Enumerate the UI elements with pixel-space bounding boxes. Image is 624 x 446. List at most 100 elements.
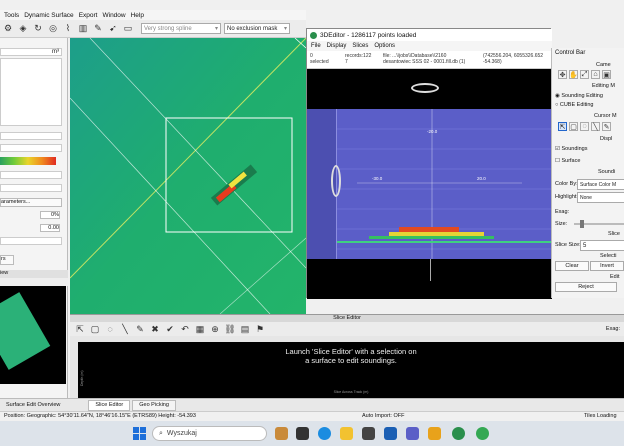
sounding-points	[369, 227, 494, 241]
surface-view[interactable]	[70, 38, 306, 314]
3d-editor-window: 3DEditor - 1286117 points loaded File Di…	[306, 28, 552, 299]
reject-button[interactable]: Reject	[555, 282, 617, 292]
select-icon[interactable]: ▭	[122, 23, 134, 35]
3d-editor-info-bar: 0 selected records:122 7 file: ...\\jobs\\…	[307, 51, 552, 69]
color-ramp	[0, 157, 56, 165]
store-icon[interactable]	[362, 427, 375, 440]
menu-options[interactable]: Options	[374, 43, 395, 49]
menu-file[interactable]: File	[311, 43, 321, 49]
menu-export[interactable]: Export	[79, 12, 98, 19]
combo-2[interactable]	[0, 144, 62, 152]
paint-icon[interactable]: ✎	[134, 323, 146, 335]
menu-slices[interactable]: Slices	[352, 43, 368, 49]
line-icon[interactable]: ╲	[591, 122, 600, 131]
camera-section-label: Came	[596, 62, 611, 68]
line-icon[interactable]: ╲	[119, 323, 131, 335]
invert-button[interactable]: Invert	[590, 261, 624, 271]
size-slider-handle[interactable]	[580, 220, 584, 228]
box-select-icon[interactable]: ▢	[569, 122, 578, 131]
panel-tab[interactable]: rs	[0, 255, 14, 265]
menu-help[interactable]: Help	[131, 12, 144, 19]
link-icon[interactable]: ⛓	[224, 323, 236, 335]
combo-4[interactable]	[0, 184, 62, 192]
info-file: file: ...\\jobs\\Database\\2160 desantowi…	[383, 53, 473, 65]
zoom-icon[interactable]: ⤢	[580, 70, 589, 79]
sounding-editing-option[interactable]: ◉ Sounding Editing	[555, 93, 603, 99]
teams-icon[interactable]	[406, 427, 419, 440]
list-box[interactable]	[0, 58, 62, 126]
taskbar-search[interactable]: ⌕ Wyszukaj	[152, 426, 267, 441]
combo-3[interactable]	[0, 171, 62, 179]
undo-icon[interactable]: ↶	[179, 323, 191, 335]
reject-icon[interactable]: ✖	[149, 323, 161, 335]
app-icon[interactable]	[428, 427, 441, 440]
lasso-icon[interactable]: ◌	[104, 323, 116, 335]
cube-editing-option[interactable]: ○ CUBE Editing	[555, 102, 594, 108]
slice-size-field[interactable]: 5	[580, 240, 624, 251]
color-by-combo[interactable]: Surface Color M	[577, 179, 624, 190]
slice-editor-canvas[interactable]: Launch 'Slice Editor' with a selection o…	[78, 342, 624, 398]
filter-combo-value: Very strong spline	[144, 25, 192, 32]
box-select-icon[interactable]: ▢	[89, 323, 101, 335]
clip-icon[interactable]: ⌇	[62, 23, 74, 35]
file-explorer-icon[interactable]	[340, 427, 353, 440]
mask-combo[interactable]: No exclusion mask ▾	[224, 23, 290, 34]
filter-combo[interactable]: Very strong spline ▾	[141, 23, 221, 34]
accept-icon[interactable]: ✔	[164, 323, 176, 335]
overview-toolbar	[0, 278, 68, 286]
menu-display[interactable]: Display	[327, 43, 347, 49]
clear-button[interactable]: Clear	[555, 261, 589, 271]
refresh-icon[interactable]: ↻	[32, 23, 44, 35]
menu-window[interactable]: Window	[102, 12, 125, 19]
size-slider[interactable]	[574, 220, 624, 228]
tab-geo-picking[interactable]: Geo Picking	[132, 399, 176, 411]
pan-icon[interactable]: ✋	[569, 70, 578, 79]
lasso-icon[interactable]: ◌	[580, 122, 589, 131]
field-1[interactable]: m³	[0, 48, 62, 56]
fit-icon[interactable]: ▣	[602, 70, 611, 79]
highlight-combo[interactable]: None	[577, 192, 624, 203]
menu-dynamic-surface[interactable]: Dynamic Surface	[24, 12, 74, 19]
menu-tools[interactable]: Tools	[4, 12, 19, 19]
paint-icon[interactable]: ✎	[602, 122, 611, 131]
qimera-icon[interactable]	[452, 427, 465, 440]
edit-icon[interactable]: ✎	[92, 23, 104, 35]
edge-icon[interactable]	[318, 427, 331, 440]
gear-icon[interactable]: ⚙	[2, 23, 14, 35]
slice-editor-title: Slice Editor	[70, 315, 624, 322]
parameters-button[interactable]: arameters...	[0, 198, 62, 207]
chrome-icon[interactable]	[476, 427, 489, 440]
rotate-handle-left[interactable]	[331, 165, 341, 197]
grid-icon[interactable]: ▦	[194, 323, 206, 335]
windows-start-icon[interactable]	[133, 427, 146, 440]
soundings-checkbox[interactable]: ☑ Soundings	[555, 146, 587, 152]
zoom-icon[interactable]: ⊕	[209, 323, 221, 335]
task-view-icon[interactable]	[296, 427, 309, 440]
value-field-2[interactable]: 0.00	[40, 224, 60, 232]
rotate-handle-top[interactable]	[411, 83, 439, 93]
rotate-icon[interactable]: ✥	[558, 70, 567, 79]
flag-icon[interactable]: ⚑	[254, 323, 266, 335]
weather-icon[interactable]	[275, 427, 288, 440]
home-icon[interactable]: ⌂	[591, 70, 600, 79]
mail-icon[interactable]	[384, 427, 397, 440]
tab-surface-edit-overview[interactable]: Surface Edit Overview	[0, 400, 66, 411]
layers-icon[interactable]: ◈	[17, 23, 29, 35]
surface-checkbox[interactable]: ☐ Surface	[555, 158, 580, 164]
combo-5[interactable]	[0, 237, 62, 245]
info-records-count: records:122	[345, 53, 372, 59]
cursor-icon[interactable]: ➹	[107, 23, 119, 35]
overview-map[interactable]	[0, 286, 66, 384]
3d-viewport[interactable]: -20.0 -30.0 20.0	[307, 69, 552, 299]
slice-message-line1: Launch 'Slice Editor' with a selection o…	[285, 347, 417, 356]
chart-icon[interactable]: ▤	[239, 323, 251, 335]
vertical-axis-stub	[430, 259, 431, 281]
target-icon[interactable]: ◎	[47, 23, 59, 35]
reject-button-label: Reject	[578, 284, 594, 290]
select-cursor-icon[interactable]: ⇱	[74, 323, 86, 335]
combo-1[interactable]	[0, 132, 62, 140]
tab-slice-editor[interactable]: Slice Editor	[88, 399, 131, 411]
select-cursor-icon[interactable]: ⇱	[558, 122, 567, 131]
value-field-1[interactable]: 0%	[40, 211, 60, 219]
filter-icon[interactable]: ▥	[77, 23, 89, 35]
